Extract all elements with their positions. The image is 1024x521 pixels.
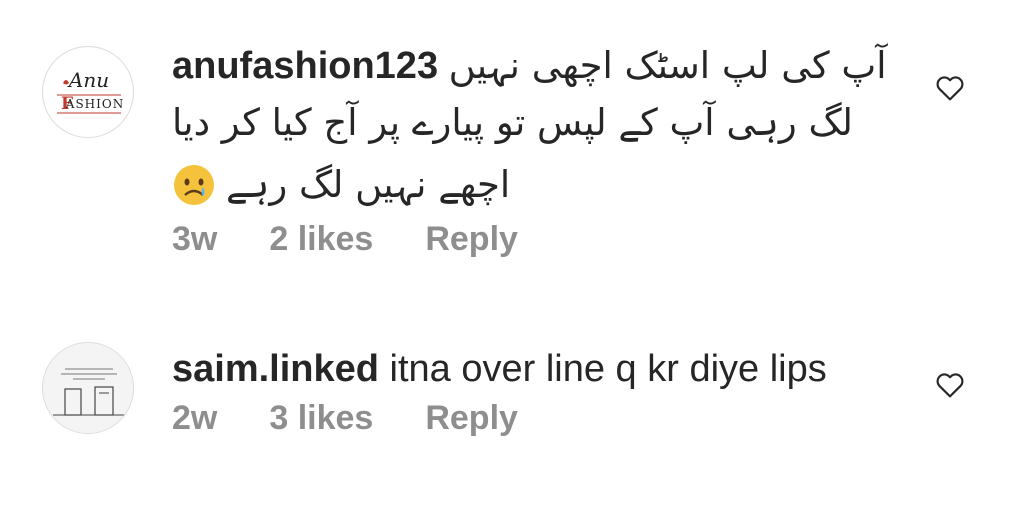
likes-count-link[interactable]: 2 likes (269, 220, 373, 259)
comment-line-3: اچھے نہیں لگ رہے (172, 154, 914, 216)
crying-face-emoji-icon (174, 165, 214, 205)
comment-body: anufashion123 آپ کی لپ اسٹک اچھی نہیں لگ… (172, 40, 914, 259)
avatar[interactable] (42, 342, 134, 434)
comment-line: anufashion123 آپ کی لپ اسٹک اچھی نہیں (172, 40, 914, 92)
svg-text:Anu: Anu (67, 68, 109, 92)
comment-item: Anu F ASHION anufashion123 آپ کی لپ اسٹک… (0, 0, 1024, 290)
comment-body: saim.linked itna over line q kr diye lip… (172, 343, 914, 438)
anu-fashion-logo-icon: Anu F ASHION (57, 68, 124, 114)
comment-line: saim.linked itna over line q kr diye lip… (172, 343, 914, 395)
comment-text: itna over line q kr diye lips (389, 348, 827, 390)
comment-username[interactable]: anufashion123 (172, 45, 438, 87)
comment-text-line-2: لگ رہی آپ کے لپس تو پیارے پر آج کیا کر د… (172, 101, 853, 144)
avatar[interactable]: Anu F ASHION (42, 46, 134, 138)
comment-text-line-1: آپ کی لپ اسٹک اچھی نہیں (448, 44, 887, 87)
comment-meta: 2w 3 likes Reply (172, 399, 914, 438)
comment-meta: 3w 2 likes Reply (172, 220, 914, 259)
comment-text-line-3: اچھے نہیں لگ رہے (226, 163, 511, 206)
heart-outline-icon[interactable] (934, 369, 966, 401)
reply-button[interactable]: Reply (425, 220, 518, 259)
comment-timestamp: 2w (172, 399, 218, 437)
heart-outline-icon[interactable] (934, 72, 966, 104)
comment-timestamp: 3w (172, 220, 218, 258)
reply-button[interactable]: Reply (425, 399, 518, 438)
comment-username[interactable]: saim.linked (172, 348, 379, 390)
comment-item: saim.linked itna over line q kr diye lip… (0, 315, 1024, 475)
likes-count-link[interactable]: 3 likes (269, 399, 373, 438)
svg-text:ASHION: ASHION (65, 97, 124, 111)
doors-sketch-avatar-icon (43, 343, 133, 433)
